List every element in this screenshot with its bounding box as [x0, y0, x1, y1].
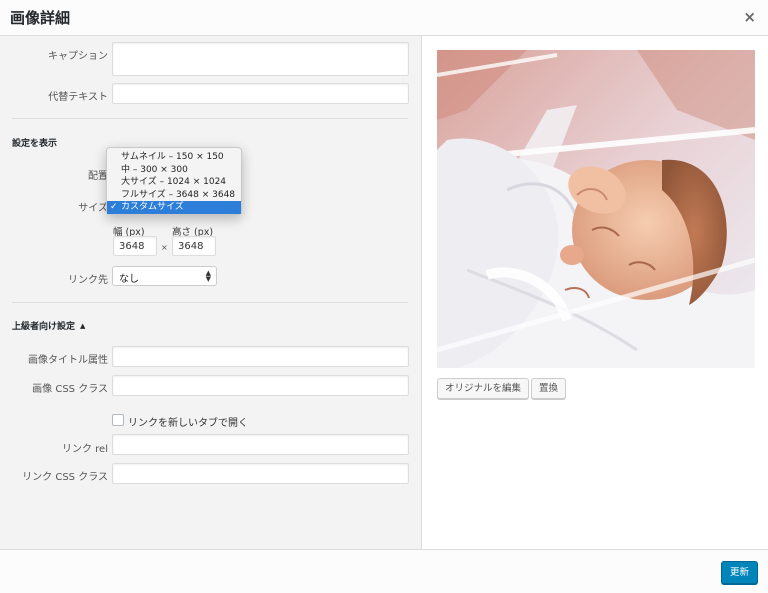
caption-label: キャプション: [48, 51, 108, 62]
size-option-custom[interactable]: ✓ カスタムサイズ: [107, 201, 241, 214]
width-input[interactable]: [113, 236, 157, 256]
checkmark-icon: ✓: [110, 202, 118, 212]
size-label: サイズ: [78, 203, 108, 214]
close-icon[interactable]: ×: [743, 8, 756, 26]
image-title-label: 画像タイトル属性: [28, 355, 108, 366]
modal-footer: 更新: [0, 549, 768, 593]
link-rel-label: リンク rel: [61, 444, 108, 455]
alt-text-input[interactable]: [112, 83, 409, 104]
image-css-label: 画像 CSS クラス: [32, 384, 108, 395]
alt-text-label: 代替テキスト: [48, 92, 108, 103]
modal-title: 画像詳細: [10, 9, 71, 27]
edit-original-button[interactable]: オリジナルを編集: [437, 378, 530, 399]
advanced-settings-title: 上級者向け設定: [12, 322, 76, 332]
divider: [12, 302, 408, 303]
align-label: 配置: [88, 171, 108, 182]
link-css-input[interactable]: [112, 463, 409, 484]
link-to-value: なし: [119, 274, 139, 285]
replace-button[interactable]: 置換: [531, 378, 567, 399]
image-preview: [437, 50, 755, 368]
caption-textarea[interactable]: [112, 42, 409, 76]
size-option-medium[interactable]: 中 – 300 × 300: [107, 164, 241, 177]
link-to-select[interactable]: なし ▲ ▼: [112, 266, 217, 286]
size-dropdown-menu: サムネイル – 150 × 150 中 – 300 × 300 大サイズ – 1…: [106, 147, 242, 215]
size-option-full[interactable]: フルサイズ – 3648 × 3648: [107, 189, 241, 202]
display-settings-heading: 設定を表示: [12, 139, 58, 149]
preview-panel: オリジナルを編集 置換: [423, 36, 768, 549]
times-sign: ×: [161, 243, 168, 252]
settings-panel: キャプション 代替テキスト 設定を表示 配置 サイズ 幅 (px) 高さ (px…: [0, 36, 422, 549]
modal-header: 画像詳細 ×: [0, 0, 768, 36]
collapse-triangle-icon: ▲: [80, 322, 86, 330]
image-title-input[interactable]: [112, 346, 409, 367]
size-option-large[interactable]: 大サイズ – 1024 × 1024: [107, 176, 241, 189]
update-button[interactable]: 更新: [721, 561, 758, 584]
size-option-thumbnail[interactable]: サムネイル – 150 × 150: [107, 151, 241, 164]
advanced-settings-heading[interactable]: 上級者向け設定 ▲: [12, 319, 85, 332]
divider: [12, 118, 408, 119]
new-tab-checkbox[interactable]: [112, 414, 124, 426]
link-rel-input[interactable]: [112, 434, 409, 455]
select-arrows-icon: ▲ ▼: [205, 269, 211, 283]
link-to-label: リンク先: [68, 275, 108, 286]
image-css-input[interactable]: [112, 375, 409, 396]
height-input[interactable]: [172, 236, 216, 256]
new-tab-label[interactable]: リンクを新しいタブで開く: [128, 414, 248, 429]
link-css-label: リンク CSS クラス: [22, 472, 108, 483]
baby-photo-image: [437, 50, 755, 368]
size-option-custom-label: カスタムサイズ: [121, 202, 184, 212]
